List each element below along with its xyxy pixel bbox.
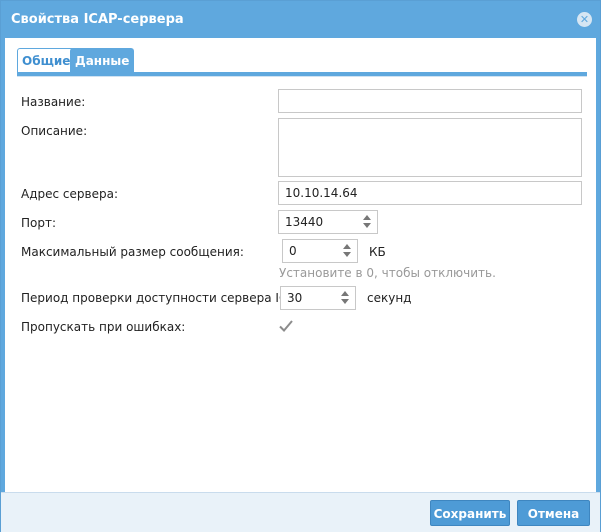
spin-up-icon[interactable]: [363, 215, 371, 220]
cancel-button[interactable]: Отмена: [517, 500, 590, 526]
server-address-input[interactable]: [278, 181, 582, 205]
availability-check-spinner[interactable]: [341, 291, 349, 305]
save-button[interactable]: Сохранить: [430, 500, 510, 526]
description-textarea[interactable]: [278, 118, 582, 177]
icap-server-properties-dialog: Свойства ICAP-сервера ✕ Общие Данные Наз…: [0, 0, 601, 532]
max-message-size-stepper[interactable]: 0: [282, 239, 358, 263]
port-value: 13440: [285, 215, 324, 229]
port-spinner[interactable]: [363, 215, 371, 229]
port-stepper[interactable]: 13440: [278, 210, 378, 234]
max-message-size-spinner[interactable]: [343, 244, 351, 258]
spin-up-icon[interactable]: [341, 291, 349, 296]
max-message-size-label: Максимальный размер сообщения:: [21, 245, 244, 259]
tab-strip-shadow: [17, 76, 587, 77]
description-label: Описание:: [21, 124, 88, 138]
availability-check-value: 30: [287, 291, 303, 305]
availability-check-stepper[interactable]: 30: [280, 286, 356, 310]
port-label: Порт:: [21, 216, 57, 230]
skip-on-errors-label: Пропускать при ошибках:: [21, 320, 186, 334]
spin-down-icon[interactable]: [341, 299, 349, 304]
name-input[interactable]: [278, 89, 582, 113]
close-icon[interactable]: ✕: [577, 12, 592, 27]
tab-bar: Общие Данные: [17, 48, 587, 78]
skip-on-errors-checkbox[interactable]: [278, 318, 294, 334]
name-label: Название:: [21, 95, 86, 109]
max-message-size-unit: КБ: [369, 245, 386, 259]
tab-data[interactable]: Данные: [70, 48, 135, 73]
spin-up-icon[interactable]: [343, 244, 351, 249]
server-address-label: Адрес сервера:: [21, 187, 118, 201]
availability-check-label: Период проверки доступности сервера ICAP…: [21, 291, 307, 305]
spin-down-icon[interactable]: [343, 252, 351, 257]
tab-general[interactable]: Общие: [17, 48, 76, 73]
dialog-footer: Сохранить Отмена: [1, 492, 600, 532]
availability-check-unit: секунд: [367, 291, 412, 305]
dialog-titlebar[interactable]: Свойства ICAP-сервера ✕: [1, 1, 600, 38]
dialog-body: Общие Данные Название: Описание: Адрес с…: [5, 38, 596, 492]
max-message-size-hint: Установите в 0, чтобы отключить.: [279, 266, 496, 280]
dialog-title: Свойства ICAP-сервера: [11, 12, 184, 27]
checkmark-icon: [279, 320, 293, 332]
max-message-size-value: 0: [289, 244, 297, 258]
spin-down-icon[interactable]: [363, 223, 371, 228]
